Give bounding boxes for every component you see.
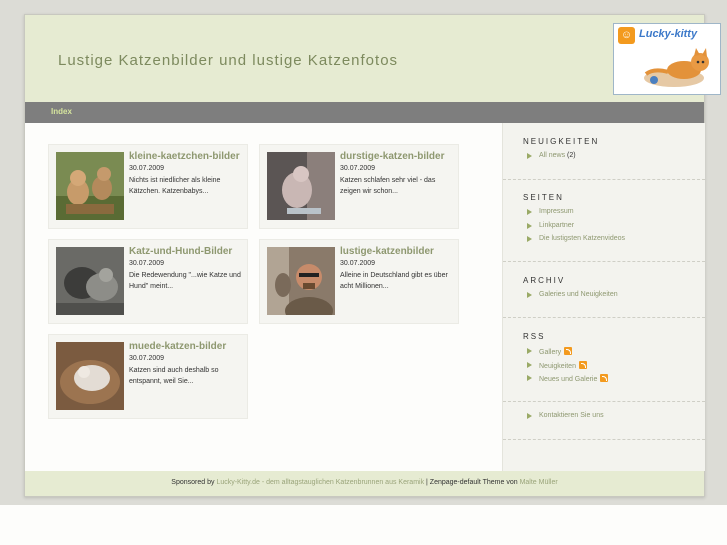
sidebar-section-news: NEUIGKEITEN All news (2) bbox=[503, 123, 705, 180]
rss-news-link[interactable]: Neuigkeiten bbox=[539, 363, 576, 370]
post-date: 30.07.2009 bbox=[129, 355, 165, 362]
archive-heading: ARCHIV bbox=[523, 276, 566, 285]
impressum-link[interactable]: Impressum bbox=[539, 208, 574, 215]
rss-list: Gallery Neuigkeiten Neues und Galerie bbox=[527, 347, 609, 388]
rss-heading: RSS bbox=[523, 332, 546, 341]
post-date: 30.07.2009 bbox=[129, 260, 165, 267]
news-list: All news (2) bbox=[527, 152, 576, 166]
rss-item[interactable]: Gallery bbox=[527, 347, 608, 361]
arrow-icon bbox=[527, 375, 532, 381]
post-title-link[interactable]: Katz-und-Hund-Bilder bbox=[129, 246, 232, 257]
rss-combined-link[interactable]: Neues und Galerie bbox=[539, 376, 597, 383]
arrow-icon bbox=[527, 209, 532, 215]
post-excerpt: Die Redewendung "...wie Katze und Hund" … bbox=[129, 272, 241, 290]
rss-item[interactable]: Neues und Galerie bbox=[527, 374, 609, 388]
archive-list: Galeries und Neuigkeiten bbox=[527, 291, 618, 305]
arrow-icon bbox=[527, 292, 532, 298]
post-title-link[interactable]: durstige-katzen-bilder bbox=[340, 151, 444, 162]
post-title-link[interactable]: muede-katzen-bilder bbox=[129, 341, 226, 352]
arrow-icon bbox=[527, 222, 532, 229]
videos-link[interactable]: Die lustigsten Katzenvideos bbox=[539, 235, 625, 242]
post-excerpt: Nichts ist niedlicher als kleine Kätzche… bbox=[129, 177, 221, 195]
drinking-cat-thumbnail[interactable] bbox=[267, 152, 335, 220]
pages-heading: SEITEN bbox=[523, 193, 564, 202]
post-excerpt: Alleine in Deutschland gibt es über acht… bbox=[340, 272, 448, 290]
rss-feed-icon[interactable] bbox=[578, 360, 587, 369]
kitten-image bbox=[644, 48, 709, 87]
sidebar-section-rss: RSS Gallery Neuigkeiten Neues und Galeri… bbox=[503, 317, 705, 402]
news-count: (2) bbox=[567, 152, 576, 159]
arrow-icon bbox=[527, 361, 532, 368]
news-item[interactable]: All news (2) bbox=[527, 152, 576, 166]
all-news-link[interactable]: All news bbox=[539, 152, 565, 159]
post-card: Katz-und-Hund-Bilder 30.07.2009 Die Rede… bbox=[48, 239, 248, 324]
arrow-icon bbox=[527, 153, 532, 159]
sidebar-section-pages: SEITEN Impressum Linkpartner Die lustigs… bbox=[503, 179, 705, 262]
site-title: Lustige Katzenbilder und lustige Katzenf… bbox=[58, 52, 399, 69]
rss-gallery-link[interactable]: Gallery bbox=[539, 349, 561, 356]
footer-credits: Sponsored by Lucky-Kitty.de - dem alltag… bbox=[25, 479, 704, 486]
contact-link[interactable]: Kontaktieren Sie uns bbox=[539, 412, 604, 419]
man-with-cat-thumbnail[interactable] bbox=[267, 247, 335, 315]
page-container: Lustige Katzenbilder und lustige Katzenf… bbox=[24, 14, 721, 497]
post-title-link[interactable]: kleine-kaetzchen-bilder bbox=[129, 151, 240, 162]
news-heading: NEUIGKEITEN bbox=[523, 137, 600, 146]
page-item[interactable]: Impressum bbox=[527, 208, 625, 222]
post-card: muede-katzen-bilder 30.07.2009 Katzen si… bbox=[48, 334, 248, 419]
arrow-icon bbox=[527, 236, 532, 242]
post-date: 30.07.2009 bbox=[129, 165, 165, 172]
author-link[interactable]: Malte Müller bbox=[520, 479, 558, 486]
arrow-icon bbox=[527, 413, 532, 419]
rss-feed-icon[interactable] bbox=[564, 347, 573, 355]
rss-item[interactable]: Neuigkeiten bbox=[527, 360, 608, 375]
sidebar: NEUIGKEITEN All news (2) SEITEN Impressu… bbox=[502, 123, 705, 471]
nav-index-link[interactable]: Index bbox=[51, 107, 72, 116]
post-excerpt: Katzen sind auch deshalb so entspannt, w… bbox=[129, 367, 219, 385]
page-item[interactable]: Die lustigsten Katzenvideos bbox=[527, 235, 625, 249]
post-card: lustige-katzenbilder 30.07.2009 Alleine … bbox=[259, 239, 459, 324]
cat-and-dog-thumbnail[interactable] bbox=[56, 247, 124, 315]
archive-item[interactable]: Galeries und Neuigkeiten bbox=[527, 291, 618, 305]
sponsor-link[interactable]: Lucky-Kitty.de - dem alltagstauglichen K… bbox=[216, 479, 424, 486]
footer-prefix: Sponsored by bbox=[171, 479, 217, 486]
post-excerpt: Katzen schlafen sehr viel - das zeigen w… bbox=[340, 177, 436, 195]
kittens-thumbnail[interactable] bbox=[56, 152, 124, 220]
post-date: 30.07.2009 bbox=[340, 260, 376, 267]
footer-middle: | Zenpage-default Theme von bbox=[424, 479, 520, 486]
sleeping-cat-thumbnail[interactable] bbox=[56, 342, 124, 410]
linkpartner-link[interactable]: Linkpartner bbox=[539, 222, 574, 229]
post-card: kleine-kaetzchen-bilder 30.07.2009 Nicht… bbox=[48, 144, 248, 229]
lucky-kitty-logo[interactable]: ☺ Lucky-kitty bbox=[613, 23, 721, 95]
site-footer: Sponsored by Lucky-Kitty.de - dem alltag… bbox=[25, 471, 704, 496]
site-header: Lustige Katzenbilder und lustige Katzenf… bbox=[25, 15, 721, 102]
rss-feed-icon[interactable] bbox=[600, 374, 609, 382]
post-date: 30.07.2009 bbox=[340, 165, 376, 172]
sidebar-section-contact: Kontaktieren Sie uns bbox=[503, 401, 705, 440]
archive-link[interactable]: Galeries und Neuigkeiten bbox=[539, 291, 618, 298]
page-item[interactable]: Linkpartner bbox=[527, 222, 625, 236]
sidebar-section-archive: ARCHIV Galeries und Neuigkeiten bbox=[503, 261, 705, 318]
post-title-link[interactable]: lustige-katzenbilder bbox=[340, 246, 434, 257]
contact-list: Kontaktieren Sie uns bbox=[527, 412, 604, 426]
post-card: durstige-katzen-bilder 30.07.2009 Katzen… bbox=[259, 144, 459, 229]
content-area: kleine-kaetzchen-bilder 30.07.2009 Nicht… bbox=[25, 123, 502, 471]
contact-item[interactable]: Kontaktieren Sie uns bbox=[527, 412, 604, 426]
navbar: Index bbox=[25, 102, 704, 123]
arrow-icon bbox=[527, 348, 532, 354]
pages-list: Impressum Linkpartner Die lustigsten Kat… bbox=[527, 208, 625, 249]
